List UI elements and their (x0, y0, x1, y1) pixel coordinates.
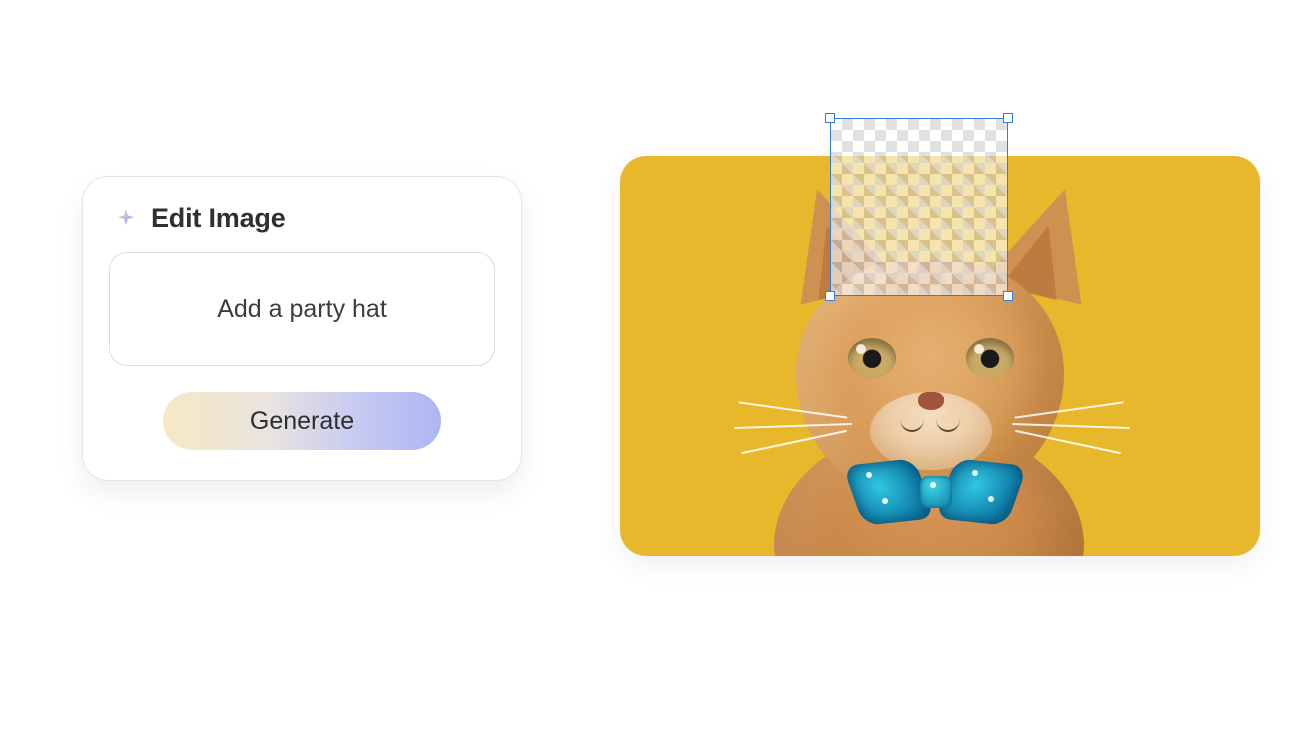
generate-button[interactable]: Generate (163, 392, 441, 450)
sparkle-icon (115, 208, 137, 230)
selection-handle-br[interactable] (1003, 291, 1013, 301)
selection-box[interactable] (830, 118, 1008, 296)
panel-header: Edit Image (115, 203, 495, 234)
prompt-input[interactable] (110, 294, 494, 325)
selection-handle-tl[interactable] (825, 113, 835, 123)
panel-title: Edit Image (151, 203, 286, 234)
prompt-input-container[interactable] (109, 252, 495, 366)
edit-image-panel: Edit Image Generate (82, 176, 522, 481)
bow-tie (860, 458, 1010, 528)
selection-handle-bl[interactable] (825, 291, 835, 301)
selection-handle-tr[interactable] (1003, 113, 1013, 123)
